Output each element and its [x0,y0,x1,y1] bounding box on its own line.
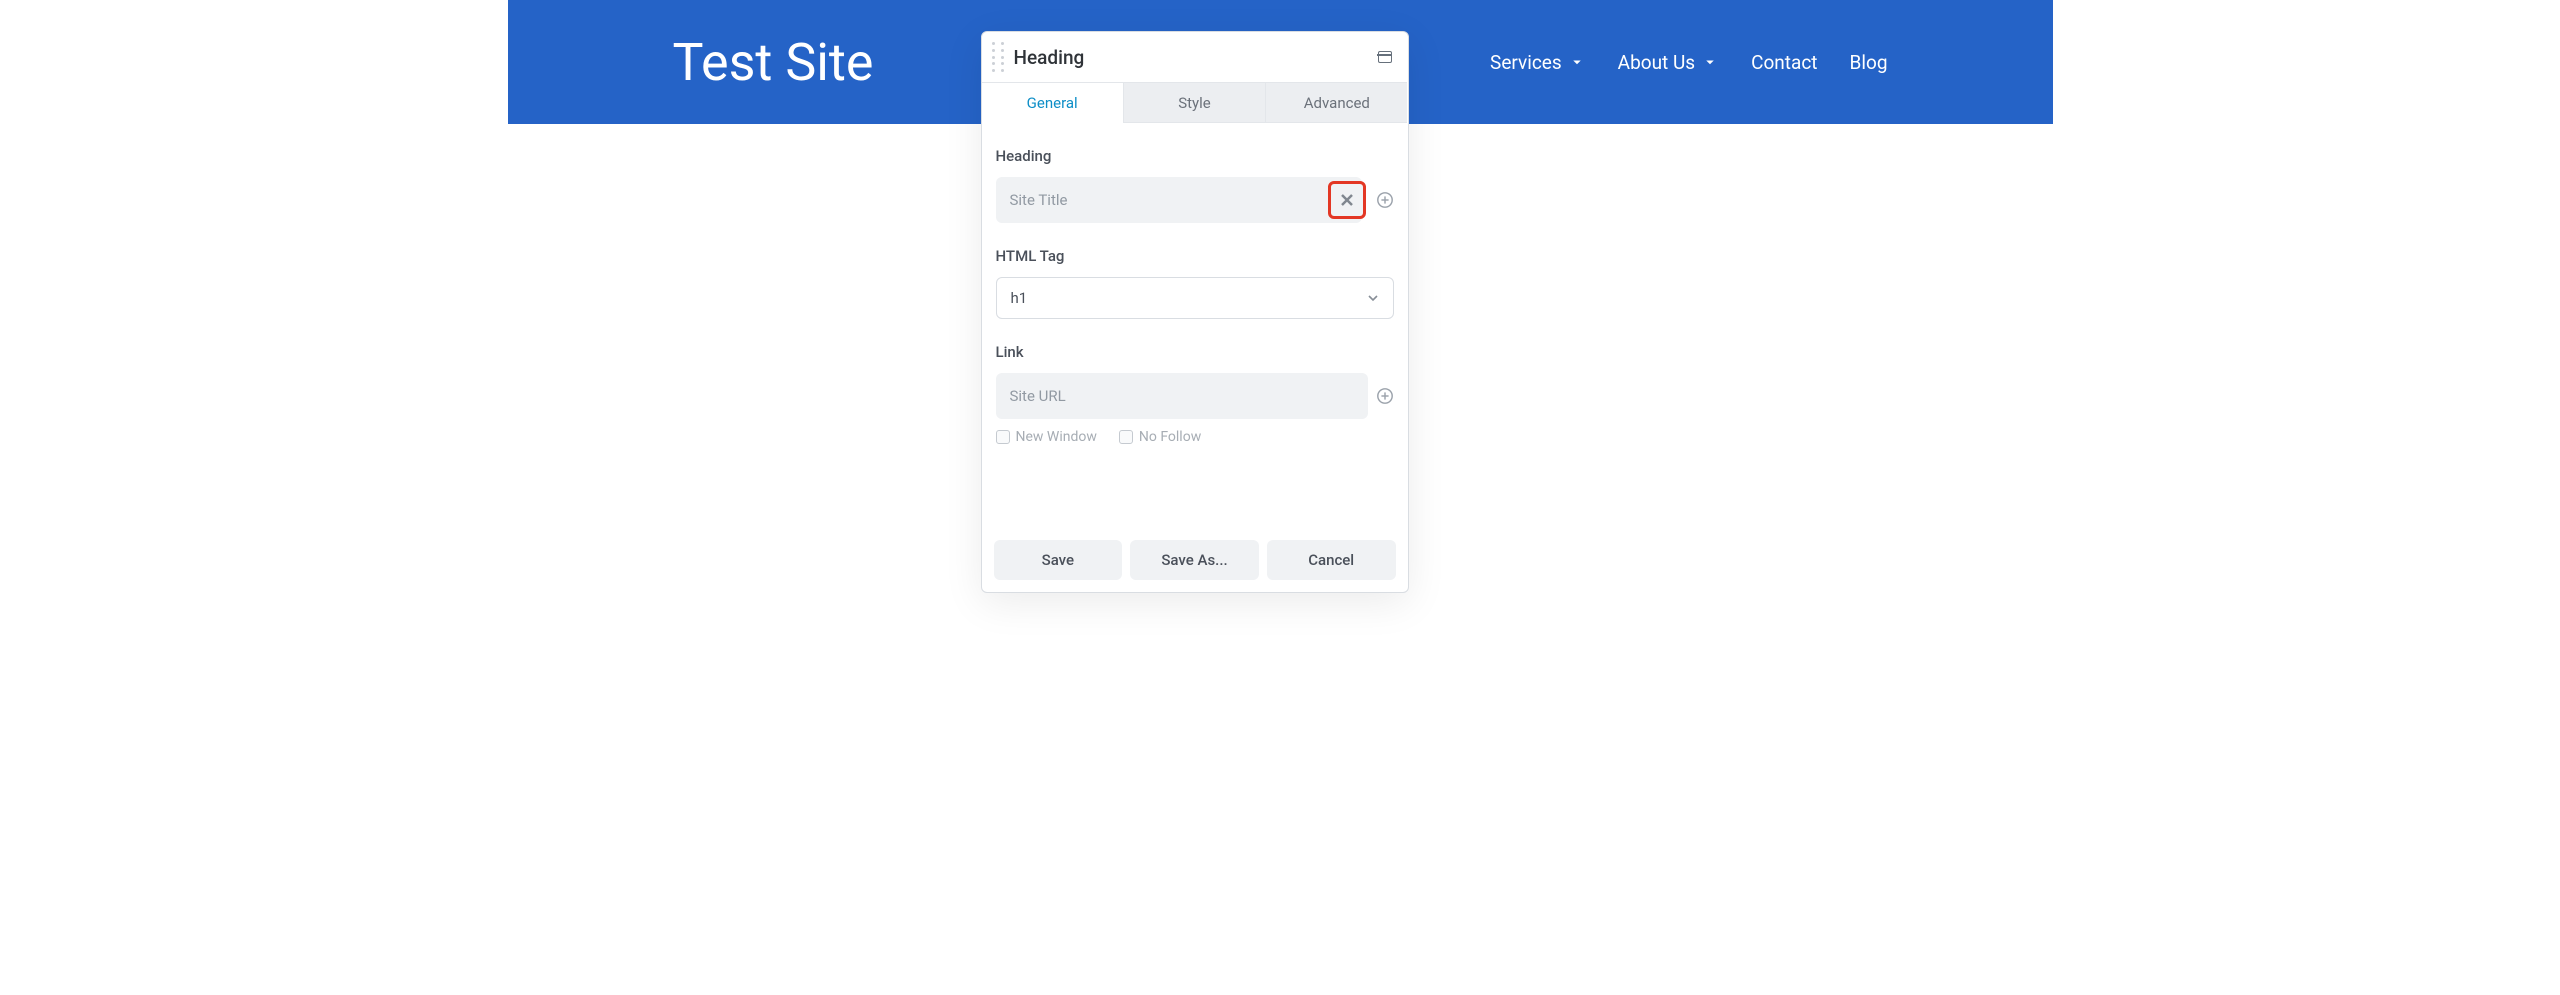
nav-label: Contact [1751,51,1817,74]
nav-item-contact[interactable]: Contact [1751,51,1817,74]
heading-editor-panel: Heading General Style Advanced Heading [981,31,1409,593]
chevron-down-icon [1367,292,1379,304]
tab-advanced[interactable]: Advanced [1265,82,1407,123]
save-as-button[interactable]: Save As... [1130,540,1259,580]
field-label: Link [996,343,1394,361]
checkbox-icon [1119,430,1133,444]
window-icon[interactable] [1378,51,1392,63]
tab-general[interactable]: General [982,82,1123,123]
drag-handle-icon[interactable] [992,40,1004,74]
add-dynamic-button[interactable] [1376,191,1394,209]
save-button[interactable]: Save [994,540,1123,580]
clear-input-button[interactable] [1328,181,1366,219]
nav-item-services[interactable]: Services [1490,51,1586,74]
editor-title: Heading [1014,46,1368,69]
editor-header: Heading [982,32,1408,82]
checkbox-label: No Follow [1139,429,1201,445]
nav-item-blog[interactable]: Blog [1850,51,1888,74]
chevron-down-icon [1568,53,1586,71]
editor-tabs: General Style Advanced [982,82,1408,123]
field-html-tag: HTML Tag h1 [996,247,1394,319]
nav-label: About Us [1618,51,1695,74]
checkbox-label: New Window [1016,429,1097,445]
chevron-down-icon [1701,53,1719,71]
cancel-button[interactable]: Cancel [1267,540,1396,580]
html-tag-select[interactable]: h1 [996,277,1394,319]
field-label: HTML Tag [996,247,1394,265]
field-link: Link New Window No Follow [996,343,1394,445]
editor-footer: Save Save As... Cancel [982,528,1408,592]
close-icon [1339,192,1355,208]
field-label: Heading [996,147,1394,165]
new-window-checkbox[interactable]: New Window [996,429,1097,445]
page-title: Test Site [673,32,874,93]
link-input[interactable] [1010,387,1354,405]
nav-label: Services [1490,51,1562,74]
select-value: h1 [1011,289,1028,307]
nav-item-about[interactable]: About Us [1618,51,1719,74]
checkbox-icon [996,430,1010,444]
nav-label: Blog [1850,51,1888,74]
no-follow-checkbox[interactable]: No Follow [1119,429,1201,445]
tab-style[interactable]: Style [1123,82,1265,123]
field-heading: Heading [996,147,1394,223]
main-nav: Services About Us Contact Blog [1490,51,1887,74]
heading-input[interactable] [1010,191,1348,209]
add-dynamic-button[interactable] [1376,387,1394,405]
